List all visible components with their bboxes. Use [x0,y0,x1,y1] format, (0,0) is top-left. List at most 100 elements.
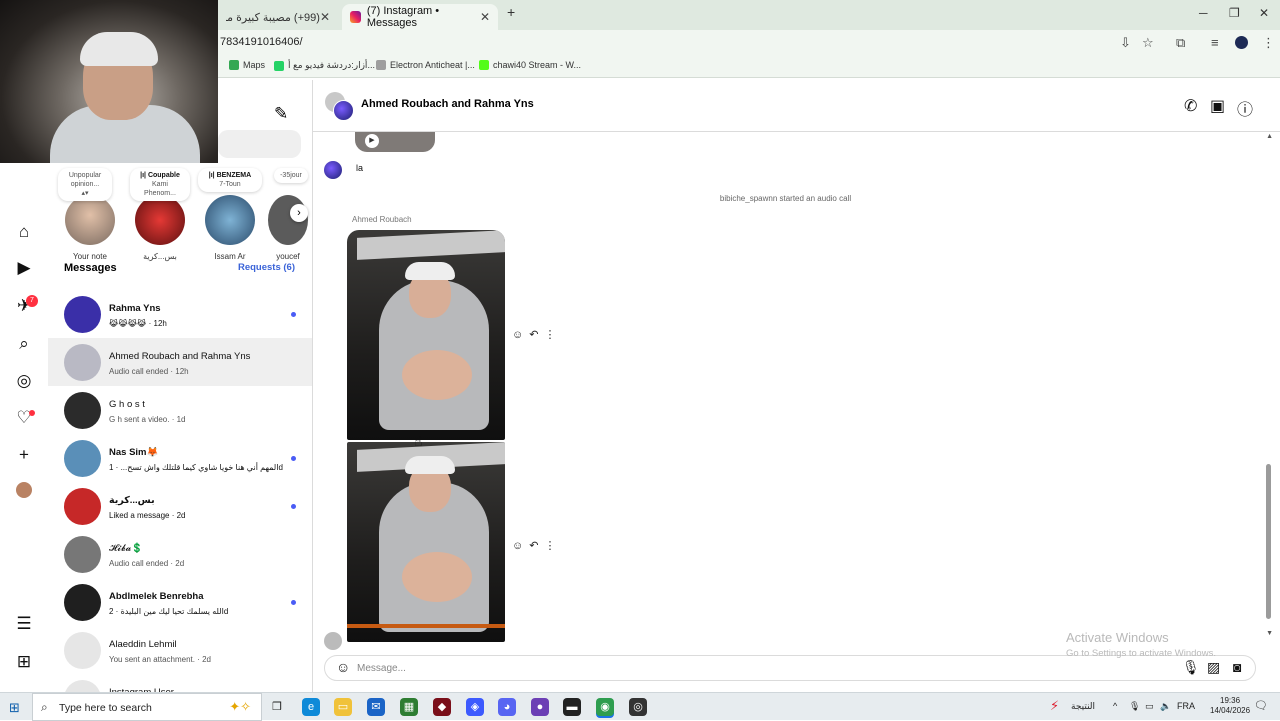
search-pill[interactable] [218,130,301,158]
bookmark-star-icon[interactable]: ☆ [1142,35,1154,51]
note-bubble: -35jour [274,168,308,183]
home-icon[interactable]: ⌂ [14,222,34,242]
tray-text[interactable]: النتيجة [1071,701,1095,712]
requests-link[interactable]: Requests (6) [238,262,295,273]
video-call-icon[interactable]: ▣ [1210,96,1225,116]
close-tab-icon[interactable]: ✕ [480,10,490,24]
sticker-icon[interactable]: ◙ [1233,659,1241,675]
chat-scrollbar[interactable] [1266,464,1271,619]
threads-icon[interactable]: ⊞ [14,652,34,672]
notes-next-button[interactable]: › [290,204,308,222]
taskbar-search[interactable]: ⌕ Type here to search ✦✧ [32,693,262,721]
conversation-preview: Audio call ended · 2d [109,559,185,568]
app-icon[interactable]: ● [531,698,549,716]
edge-icon[interactable]: e [302,698,320,716]
conversation-row[interactable]: بس...كرية Liked a message · 2d [48,482,312,530]
windows-start-icon[interactable]: ⊞ [9,700,20,716]
extensions-icon[interactable]: ⧉ [1176,35,1185,51]
avatar [205,195,255,245]
network-icon[interactable]: ▭ [1145,701,1154,712]
instagram-favicon-icon [350,11,361,23]
conversation-row[interactable]: G h o s t G h sent a video. · 1d [48,386,312,434]
volume-icon[interactable]: 🔈 [1160,701,1171,712]
conversation-row[interactable]: Alaeddin Lehmil You sent an attachment. ·… [48,626,312,674]
scroll-up-icon[interactable]: ▲ [1266,133,1273,140]
chrome-icon[interactable]: ◉ [596,698,614,716]
react-icon[interactable]: ☺ [512,329,529,341]
image-icon[interactable]: ▨ [1207,659,1220,676]
conversation-name: بس...كرية [109,495,155,506]
url-field[interactable]: 7834191016406/ [220,36,303,48]
task-view-icon[interactable]: ❒ [268,698,286,716]
photo-detail [402,552,472,602]
group-avatar[interactable] [325,92,354,121]
conversation-name: Ahmed Roubach and Rahma Yns [109,351,251,362]
explore-icon[interactable]: ◎ [14,371,34,391]
react-icon[interactable]: ☺ [512,540,529,552]
mail-icon[interactable]: ✉ [367,698,385,716]
terminal-icon[interactable]: ▬ [563,698,581,716]
close-tab-icon[interactable]: ✕ [320,10,330,24]
conversation-preview: Audio call ended · 12h [109,367,189,376]
discord-icon[interactable]: ◕ [498,698,516,716]
notifications-icon[interactable]: 🗨 [1254,699,1268,712]
conversation-row[interactable]: Instagram User [48,674,312,692]
more-icon[interactable]: ⋮ [544,329,561,341]
search-icon[interactable]: ⌕ [14,334,34,354]
profile-icon[interactable] [16,482,32,498]
browser-menu-icon[interactable]: ⋮ [1262,35,1275,51]
browser-tab-active[interactable]: (7) Instagram • Messages ✕ [342,4,498,30]
more-icon[interactable]: ⋮ [544,540,561,552]
restore-icon[interactable]: ❐ [1229,6,1240,20]
bookmark-item[interactable]: Maps [229,60,265,70]
note-item[interactable]: Issam Ar [200,195,260,261]
create-icon[interactable]: + [14,445,34,465]
conversation-name: Abdlmelek Benrebha [109,591,204,602]
microphone-tray-icon[interactable]: 🎙 [1129,701,1140,712]
message-input[interactable] [357,660,1137,676]
note-item[interactable]: Your note [60,195,120,261]
bookmark-item[interactable]: chawi40 Stream - W... [479,60,581,70]
browser-tab[interactable]: (99+) مصيبة كبيرة ملية بالضحك ✕ [218,4,338,30]
new-tab-button[interactable]: + [507,4,515,20]
info-icon[interactable]: ⓘ [1237,96,1253,120]
app-icon[interactable]: ◈ [466,698,484,716]
minimize-icon[interactable]: ─ [1199,6,1208,20]
profile-avatar-icon[interactable] [1235,36,1248,49]
media-control-icon[interactable]: ≡ [1211,35,1219,50]
avatar [64,296,101,333]
conversation-row[interactable]: Ahmed Roubach and Rahma Yns Audio call en… [48,338,312,386]
note-item[interactable]: بس...كرية [130,195,190,261]
scroll-down-icon[interactable]: ▼ [1266,630,1273,637]
file-explorer-icon[interactable]: ▭ [334,698,352,716]
bookmark-item[interactable]: Electron Anticheat |... [376,60,475,70]
conversation-row[interactable]: Rahma Yns 😹😹😹😹 · 12h [48,290,312,338]
chat-title[interactable]: Ahmed Roubach and Rahma Yns [361,98,534,110]
video-message-thumbnail[interactable]: ▶ [355,132,435,152]
clock[interactable]: 19:36 14/04/2026 [1210,696,1250,716]
store-icon[interactable]: ▦ [400,698,418,716]
conversation-row[interactable]: Nas Sim🦊 المهم أني هنا خويا شاوي كيما قلت… [48,434,312,482]
audio-call-icon[interactable]: ✆ [1184,96,1197,116]
photo-message[interactable] [347,230,505,440]
reply-icon[interactable]: ↶ [529,329,544,341]
close-window-icon[interactable]: ✕ [1259,6,1269,20]
obs-icon[interactable]: ◎ [629,698,647,716]
bookmark-item[interactable]: أزار:دردشة فيديو مع أ... [274,60,375,71]
note-text: 7-Toun [219,181,241,188]
install-app-icon[interactable]: ⇩ [1120,35,1131,51]
conversation-row[interactable]: Abdlmelek Benrebha الله يسلمك تحيا ليك مي… [48,578,312,626]
chevron-icon: ▴▾ [81,190,89,197]
tray-expand-icon[interactable]: ^ [1113,701,1117,711]
reels-icon[interactable]: ▶ [14,258,34,278]
menu-icon[interactable]: ☰ [14,614,34,634]
news-icon[interactable]: ⚡ [1050,698,1059,714]
language-indicator[interactable]: FRA [1177,701,1195,711]
photo-message[interactable] [347,442,505,642]
microphone-icon[interactable]: 🎙 [1182,659,1200,676]
reply-icon[interactable]: ↶ [529,540,544,552]
app-icon[interactable]: ◆ [433,698,451,716]
conversation-row[interactable]: 𝓗𝓲𝓫𝓪💲 Audio call ended · 2d [48,530,312,578]
compose-icon[interactable]: ✎ [274,104,288,124]
emoji-icon[interactable]: ☺ [336,659,350,675]
